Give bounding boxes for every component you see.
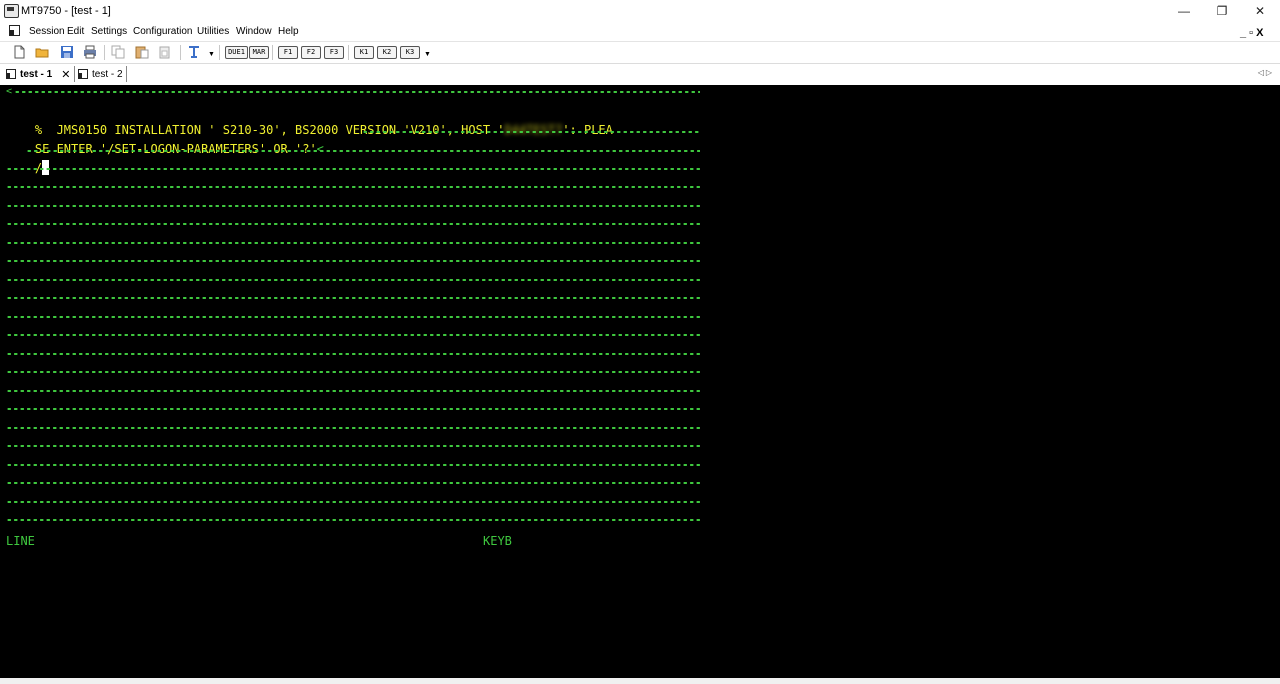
tab-scroll-arrows-icon[interactable]: ◁▷	[1258, 68, 1274, 77]
empty-field-row[interactable]	[6, 445, 700, 447]
status-line-indicator: LINE	[6, 534, 35, 548]
empty-field-row[interactable]	[6, 371, 700, 373]
terminal-line-2: SE ENTER '/SET-LOGON-PARAMETERS' OR '?'<	[6, 122, 324, 156]
paste-special-icon[interactable]	[158, 45, 172, 59]
empty-field-row[interactable]	[6, 168, 700, 170]
mar-key-button[interactable]: MAR	[249, 46, 269, 59]
menu-bar: Session Edit Settings Configuration Util…	[0, 22, 1280, 41]
session-doc-icon[interactable]	[9, 25, 20, 36]
empty-field-row[interactable]	[6, 316, 700, 318]
restore-button[interactable]: ❐	[1203, 0, 1241, 22]
title-bar: MT9750 - [test - 1] — ❐ ✕	[0, 0, 1280, 22]
tab-test-1[interactable]: test - 1 ✕	[6, 65, 70, 83]
k2-key-button[interactable]: K2	[377, 46, 397, 59]
session-icon	[78, 69, 88, 79]
new-document-icon[interactable]	[12, 45, 26, 59]
paste-icon[interactable]	[135, 45, 149, 59]
empty-field-row[interactable]	[6, 297, 700, 299]
k1-key-button[interactable]: K1	[354, 46, 374, 59]
toolbar: ▼ DUE1 MAR F1 F2 F3 K1 K2 K3 ▼	[0, 41, 1280, 64]
empty-field-row	[362, 131, 700, 133]
minimize-button[interactable]: —	[1165, 0, 1203, 22]
toolbar-separator	[180, 45, 181, 60]
tab-close-icon[interactable]: ✕	[61, 68, 70, 81]
session-tab-strip: test - 1 ✕ test - 2 ◁▷	[0, 63, 1280, 86]
status-keyboard-indicator: KEYB	[483, 534, 512, 548]
empty-field-row[interactable]	[6, 353, 700, 355]
toolbar-separator	[272, 45, 273, 60]
line1-text-end: ': PLEA	[562, 123, 613, 137]
menu-configuration[interactable]: Configuration	[133, 26, 192, 37]
empty-field-row[interactable]	[6, 482, 700, 484]
menu-session[interactable]: Session	[29, 26, 65, 37]
empty-field-row[interactable]	[6, 519, 700, 521]
app-icon	[4, 4, 19, 18]
close-button[interactable]: ✕	[1241, 0, 1279, 22]
empty-field-row[interactable]	[6, 223, 700, 225]
text-font-icon[interactable]	[187, 45, 201, 59]
terminal-line-1: % JMS0150 INSTALLATION ' S210-30', BS200…	[6, 103, 613, 137]
open-folder-icon[interactable]	[35, 45, 49, 59]
menu-utilities[interactable]: Utilities	[197, 26, 229, 37]
print-icon[interactable]	[83, 45, 97, 59]
menu-edit[interactable]: Edit	[67, 26, 84, 37]
tab-divider	[126, 66, 127, 82]
empty-field-row[interactable]	[6, 464, 700, 466]
empty-field-row[interactable]	[6, 334, 700, 336]
toolbar-separator	[219, 45, 220, 60]
tab-divider	[74, 66, 75, 82]
empty-field-row[interactable]	[6, 427, 700, 429]
keys-dropdown-icon[interactable]: ▼	[424, 51, 431, 58]
toolbar-separator	[104, 45, 105, 60]
empty-field-row[interactable]	[6, 279, 700, 281]
empty-field-row[interactable]	[6, 390, 700, 392]
due1-key-button[interactable]: DUE1	[225, 46, 248, 59]
empty-field-row[interactable]	[6, 242, 700, 244]
empty-field-row[interactable]	[6, 260, 700, 262]
f2-key-button[interactable]: F2	[301, 46, 321, 59]
tab-test-2[interactable]: test - 2	[78, 65, 123, 83]
k3-key-button[interactable]: K3	[400, 46, 420, 59]
copy-icon[interactable]	[111, 45, 125, 59]
terminal-screen[interactable]: < % JMS0150 INSTALLATION ' S210-30', BS2…	[0, 85, 1280, 678]
empty-field-row[interactable]	[6, 186, 700, 188]
menu-window[interactable]: Window	[236, 26, 272, 37]
empty-field-row	[26, 150, 700, 152]
menu-help[interactable]: Help	[278, 26, 299, 37]
host-name-redacted: D44TEST7	[504, 123, 563, 137]
f3-key-button[interactable]: F3	[324, 46, 344, 59]
empty-field-row[interactable]	[6, 205, 700, 207]
window-bottom-border	[0, 678, 1280, 684]
menu-settings[interactable]: Settings	[91, 26, 127, 37]
empty-field-row[interactable]	[6, 501, 700, 503]
save-icon[interactable]	[60, 45, 74, 59]
mdi-controls[interactable]: _ ▫ X	[1240, 27, 1263, 39]
tab-label: test - 2	[92, 68, 123, 80]
line2-text: SE ENTER '/SET-LOGON-PARAMETERS' OR '?'	[34, 142, 317, 156]
toolbar-separator	[348, 45, 349, 60]
session-icon	[6, 69, 16, 79]
tab-label: test - 1	[20, 68, 53, 80]
window-title: MT9750 - [test - 1]	[21, 5, 111, 17]
top-field-marker: <	[6, 86, 13, 97]
f1-key-button[interactable]: F1	[278, 46, 298, 59]
empty-field-row	[14, 91, 700, 93]
empty-field-row[interactable]	[6, 408, 700, 410]
font-dropdown-icon[interactable]: ▼	[208, 51, 215, 58]
line2-field-marker: <	[316, 142, 324, 156]
